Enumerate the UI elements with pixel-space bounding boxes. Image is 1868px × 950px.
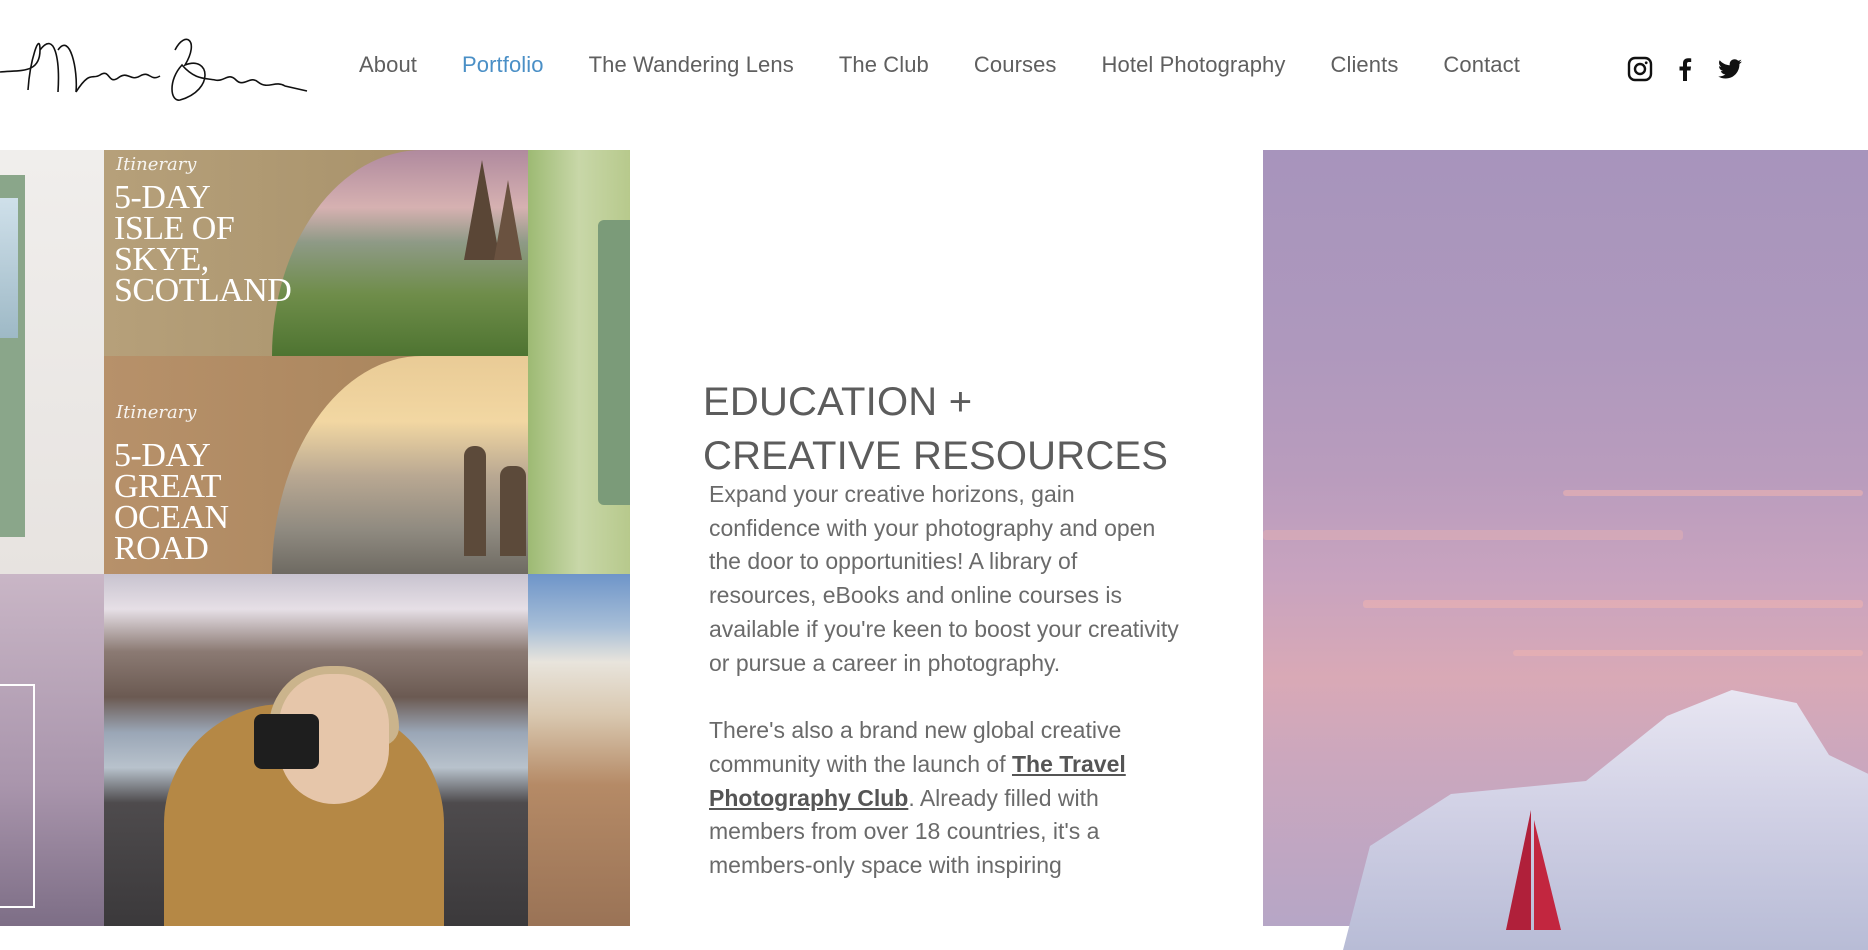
main-nav: About Portfolio The Wandering Lens The C… bbox=[359, 52, 1565, 78]
section-body: Expand your creative horizons, gain conf… bbox=[709, 478, 1185, 917]
collage-tile-left-top bbox=[0, 150, 104, 574]
ocean-title-line: GREAT bbox=[114, 468, 222, 505]
instagram-icon[interactable] bbox=[1627, 56, 1653, 82]
green-card bbox=[598, 220, 630, 505]
glacier-photo bbox=[0, 198, 18, 338]
itinerary-card-great-ocean-road[interactable]: Itinerary 5-DAY GREAT OCEAN ROAD bbox=[104, 356, 528, 574]
cloud-streak bbox=[1363, 600, 1863, 608]
section-heading: EDUCATION + CREATIVE RESOURCES bbox=[703, 375, 1223, 483]
site-header: About Portfolio The Wandering Lens The C… bbox=[0, 0, 1868, 150]
skye-kicker: Itinerary bbox=[116, 154, 197, 175]
camera-icon bbox=[254, 714, 319, 769]
portfolio-collage: Itinerary 5-DAY ISLE OF SKYE, SCOTLAND I… bbox=[0, 150, 630, 926]
skye-title-line: SKYE, bbox=[114, 241, 209, 278]
nav-hotel-photography[interactable]: Hotel Photography bbox=[1102, 52, 1286, 78]
iceberg bbox=[1343, 690, 1868, 950]
nav-the-wandering-lens[interactable]: The Wandering Lens bbox=[589, 52, 794, 78]
paragraph-2: There's also a brand new global creative… bbox=[709, 714, 1185, 883]
sea-stack bbox=[464, 446, 486, 556]
collage-tile-foliage bbox=[528, 150, 630, 574]
ocean-kicker: Itinerary bbox=[116, 402, 197, 423]
ocean-title: 5-DAY GREAT OCEAN ROAD bbox=[114, 437, 229, 567]
social-links bbox=[1627, 56, 1743, 82]
twitter-icon[interactable] bbox=[1717, 56, 1743, 82]
heading-line-1: EDUCATION + bbox=[703, 380, 973, 425]
iceberg-sunset-photo bbox=[1263, 150, 1868, 950]
education-section: EDUCATION + CREATIVE RESOURCES Expand yo… bbox=[630, 150, 1263, 926]
skye-title-line: SCOTLAND bbox=[114, 272, 292, 309]
skye-title: 5-DAY ISLE OF SKYE, SCOTLAND bbox=[114, 179, 292, 309]
ocean-title-line: OCEAN bbox=[114, 499, 229, 536]
nav-contact[interactable]: Contact bbox=[1443, 52, 1520, 78]
ocean-sunset-photo bbox=[272, 356, 528, 574]
nav-the-club[interactable]: The Club bbox=[839, 52, 929, 78]
collage-tile-left-bottom bbox=[0, 574, 104, 926]
paragraph-1: Expand your creative horizons, gain conf… bbox=[709, 481, 1179, 676]
nav-portfolio[interactable]: Portfolio bbox=[462, 52, 544, 78]
skye-title-line: ISLE OF bbox=[114, 210, 235, 247]
desert-dunes-photo bbox=[528, 574, 630, 926]
signature-logo-icon bbox=[0, 38, 308, 101]
skye-title-line: 5-DAY bbox=[114, 179, 211, 216]
cloud-streak bbox=[1563, 490, 1863, 496]
nav-clients[interactable]: Clients bbox=[1330, 52, 1398, 78]
sea-stack bbox=[500, 466, 526, 556]
site-logo[interactable] bbox=[0, 20, 320, 110]
rock-pinnacle bbox=[494, 180, 522, 260]
ocean-title-line: ROAD bbox=[114, 530, 209, 567]
nav-about[interactable]: About bbox=[359, 52, 417, 78]
cloud-streak bbox=[1263, 530, 1683, 540]
heading-line-2: CREATIVE RESOURCES bbox=[703, 434, 1169, 479]
white-frame bbox=[0, 684, 35, 908]
cloud-streak bbox=[1513, 650, 1863, 656]
photographer-portrait-photo bbox=[104, 574, 528, 926]
nav-courses[interactable]: Courses bbox=[974, 52, 1057, 78]
ocean-title-line: 5-DAY bbox=[114, 437, 211, 474]
red-sailboat-icon bbox=[1506, 810, 1561, 930]
itinerary-card-skye[interactable]: Itinerary 5-DAY ISLE OF SKYE, SCOTLAND bbox=[104, 150, 528, 356]
facebook-icon[interactable] bbox=[1672, 56, 1698, 82]
